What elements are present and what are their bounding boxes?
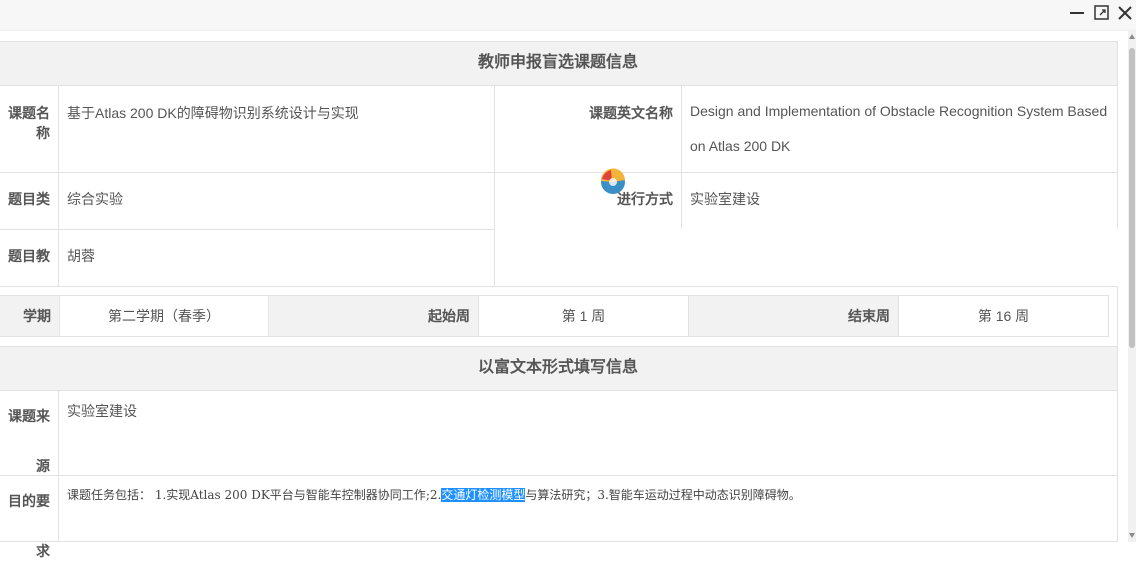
topic-english-name-label: 课题英文名称 <box>494 85 682 173</box>
method-value: 实验室建设 <box>681 172 1118 230</box>
requirement-text-highlight[interactable]: 交通灯检测模型 <box>441 488 526 502</box>
topic-english-name-value: Design and Implementation of Obstacle Re… <box>681 85 1118 173</box>
semester-label: 学期 <box>0 296 60 336</box>
topic-english-name-line2: on Atlas 200 DK <box>690 138 791 154</box>
scroll-down-arrow-icon[interactable] <box>1129 533 1135 538</box>
section-title-topic-info: 教师申报盲选课题信息 <box>0 41 1118 86</box>
window-title-bar <box>0 0 1136 31</box>
topic-type-value: 综合实验 <box>58 172 495 230</box>
topic-name-value: 基于Atlas 200 DK的障碍物识别系统设计与实现 <box>58 85 495 173</box>
end-week-value: 第 16 周 <box>977 308 1030 324</box>
maximize-icon[interactable] <box>1092 3 1112 23</box>
semester-value: 第二学期（春季） <box>60 296 269 336</box>
start-week-label: 起始周 <box>269 296 479 336</box>
term-table: 学期 第二学期（春季） 起始周 第 1 周 结束周 第 16 周 <box>0 295 1109 337</box>
source-value: 实验室建设 <box>58 390 1118 476</box>
requirement-text-after: 与算法研究；3.智能车运动过程中动态识别障碍物。 <box>525 488 801 502</box>
start-week-value: 第 1 周 <box>479 296 689 336</box>
scroll-thumb[interactable] <box>1129 48 1135 348</box>
scroll-up-arrow-icon[interactable] <box>1129 34 1135 39</box>
requirement-text-before: 课题任务包括： 1.实现Atlas 200 DK平台与智能车控制器协同工作;2. <box>67 488 442 502</box>
minimize-icon[interactable] <box>1067 3 1087 23</box>
requirement-label: 目的要求 <box>0 475 59 559</box>
method-label: 进行方式 <box>494 172 682 230</box>
app-logo-icon[interactable] <box>599 167 627 195</box>
teacher-value: 胡蓉 <box>58 229 495 287</box>
requirement-value: 课题任务包括： 1.实现Atlas 200 DK平台与智能车控制器协同工作;2.… <box>58 475 1118 542</box>
end-week-label: 结束周 <box>689 296 899 336</box>
topic-type-label: 题目类型 <box>0 172 59 259</box>
close-icon[interactable] <box>1115 3 1135 23</box>
teacher-label: 题目教师 <box>0 229 59 316</box>
vertical-scrollbar[interactable] <box>1128 30 1136 542</box>
topic-name-label: 课题名称 <box>0 85 59 173</box>
topic-english-name-line1: Design and Implementation of Obstacle Re… <box>690 103 1108 119</box>
empty-cell <box>494 229 1118 287</box>
section-title-rich-text: 以富文本形式填写信息 <box>0 346 1118 391</box>
source-label: 课题来源 <box>0 390 59 476</box>
